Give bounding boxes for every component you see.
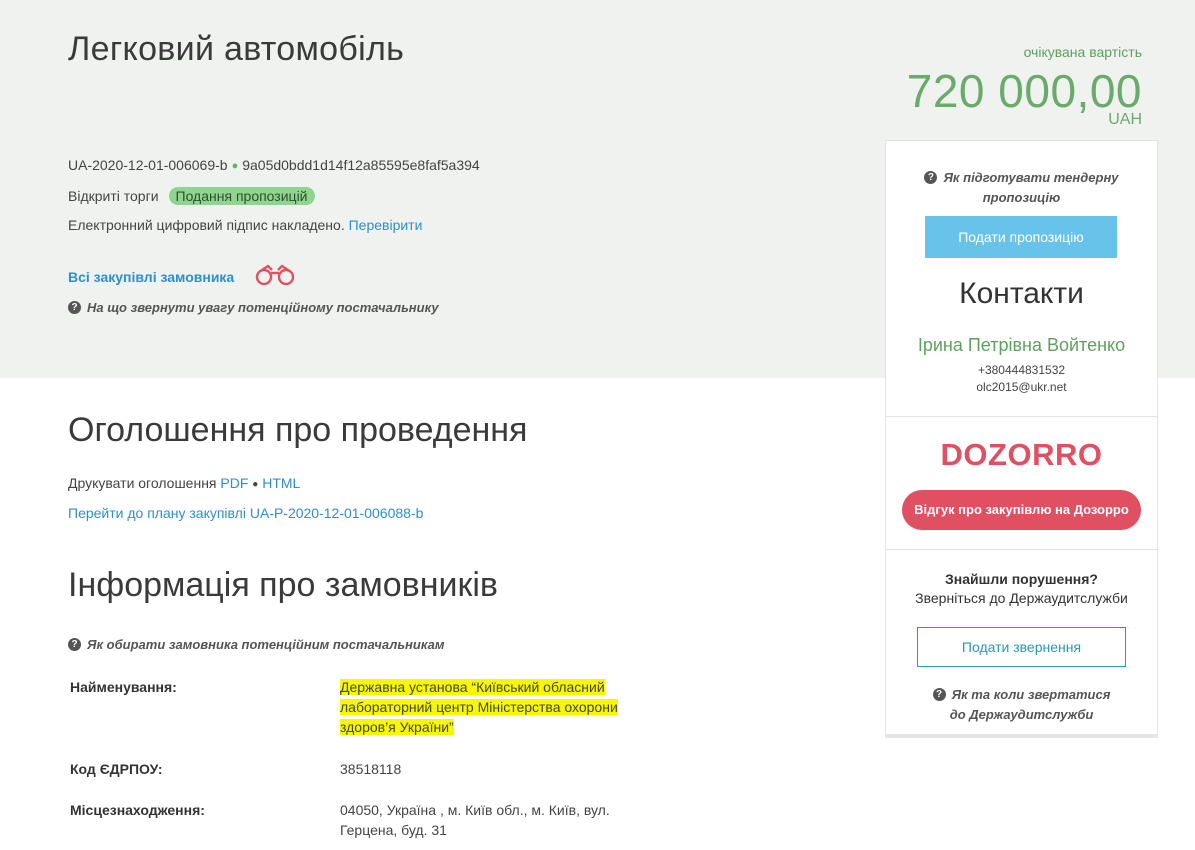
all-purchases-line: Всі закупівлі замовника	[68, 264, 296, 291]
plan-line: Перейти до плану закупівлі UA-P-2020-12-…	[68, 505, 423, 521]
signature-text: Електронний цифровий підпис накладено.	[68, 217, 345, 233]
violation-text: Зверніться до Держаудитслужби	[915, 590, 1128, 606]
submit-appeal-button[interactable]: Подати звернення	[917, 627, 1126, 667]
location-line: 04050, Україна , м. Київ обл., м. Київ, …	[340, 802, 610, 818]
tender-id: UA-2020-12-01-006069-b	[68, 157, 228, 173]
tender-id-line: UA-2020-12-01-006069-b ● 9a05d0bdd1d14f12a…	[68, 157, 480, 173]
sidebar-panel: ? Як підготувати тендерну пропозицію Пода…	[885, 140, 1158, 738]
contact-phone[interactable]: +380444831532	[886, 363, 1157, 377]
question-icon: ?	[932, 688, 946, 702]
contact-name: Ірина Петрівна Войтенко	[917, 335, 1126, 355]
edrpou-value: 38518118	[340, 761, 402, 777]
procedure-type: Відкриті торги	[68, 188, 159, 204]
print-pdf-link[interactable]: PDF	[220, 475, 248, 491]
customer-hint-text: Як обирати замовника потенційним постача…	[87, 637, 445, 652]
all-purchases-link[interactable]: Всі закупівлі замовника	[68, 269, 234, 285]
announcement-title: Оголошення про проведення	[68, 411, 528, 449]
audit-hint-text: до Держаудитслужби	[949, 707, 1094, 722]
print-line: Друкувати оголошення PDF ● HTML	[68, 475, 300, 491]
dozorro-logo[interactable]: DOZORRO	[886, 437, 1157, 473]
violation-title: Знайшли порушення?	[945, 571, 1098, 587]
audit-hint-text: Як та коли звертатися	[951, 687, 1111, 702]
question-icon: ?	[68, 301, 81, 315]
customer-hint[interactable]: ? Як обирати замовника потенційним постач…	[68, 637, 444, 652]
customer-name-label: Найменування:	[70, 679, 177, 695]
customer-name-line: здоров’я України”	[340, 719, 454, 735]
page-title: Легковий автомобіль	[68, 30, 405, 68]
location-label: Місцезнаходження:	[70, 802, 205, 818]
tender-hint-text: Як підготувати тендерну	[943, 170, 1119, 185]
submit-proposal-button[interactable]: Подати пропозицію	[925, 216, 1117, 258]
audit-hint[interactable]: ? Як та коли звертатися до Держаудитслужб…	[886, 685, 1157, 725]
edrpou-label: Код ЄДРПОУ:	[70, 761, 163, 777]
print-label: Друкувати оголошення	[68, 475, 217, 491]
location-value: 04050, Україна , м. Київ обл., м. Київ, …	[340, 800, 610, 840]
contact-email[interactable]: olc2015@ukr.net	[886, 380, 1157, 394]
tender-hash: 9a05d0bdd1d14f12a85595e8faf5a394	[242, 157, 480, 173]
tender-hint[interactable]: ? Як підготувати тендерну пропозицію	[886, 168, 1157, 208]
contacts-section: ? Як підготувати тендерну пропозицію Пода…	[886, 141, 1157, 417]
expected-value-caption: очікувана вартість	[1023, 44, 1142, 60]
verify-signature-link[interactable]: Перевірити	[349, 217, 423, 233]
customer-name-value: Державна установа “Київський обласний ла…	[340, 677, 618, 737]
signature-line: Електронний цифровий підпис накладено. П…	[68, 217, 422, 233]
customer-name-line: лабораторний центр Міністерства охорони	[340, 699, 618, 715]
question-icon: ?	[68, 638, 81, 652]
status-badge: Подання пропозицій	[168, 187, 315, 205]
dozorro-feedback-button[interactable]: Відгук про закупівлю на Дозорро	[902, 490, 1141, 530]
tender-hint-text: пропозицію	[982, 190, 1061, 205]
separator-dot: ●	[252, 479, 259, 490]
expected-value-amount: 720 000,00	[906, 65, 1142, 117]
location-line: Герцена, буд. 31	[340, 822, 447, 838]
supplier-hint-text: На що звернути увагу потенційному постач…	[87, 300, 439, 315]
question-icon: ?	[924, 171, 938, 185]
supplier-hint[interactable]: ? На що звернути увагу потенційному поста…	[68, 300, 439, 315]
contacts-title: Контакти	[959, 277, 1084, 310]
binoculars-icon[interactable]	[254, 264, 296, 289]
separator-dot: ●	[231, 160, 239, 172]
customer-name-line: Державна установа “Київський обласний	[340, 679, 605, 695]
procedure-line: Відкриті торги Подання пропозицій	[68, 187, 315, 205]
customers-title: Інформація про замовників	[68, 566, 498, 604]
procurement-plan-link[interactable]: Перейти до плану закупівлі UA-P-2020-12-…	[68, 505, 423, 521]
print-html-link[interactable]: HTML	[262, 475, 300, 491]
expected-value-currency: UAH	[1108, 111, 1142, 128]
